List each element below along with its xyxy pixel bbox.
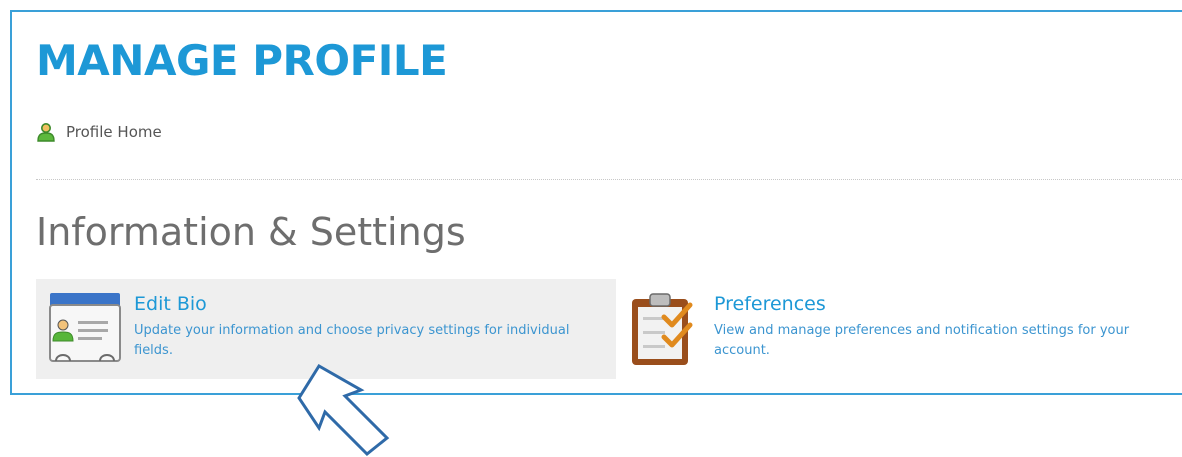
breadcrumb-label: Profile Home — [66, 123, 162, 141]
breadcrumb-profile-home[interactable]: Profile Home — [36, 122, 162, 142]
id-card-icon — [49, 293, 121, 362]
preferences-card[interactable]: Preferences View and manage preferences … — [624, 279, 1182, 379]
edit-bio-link[interactable]: Edit Bio — [134, 293, 574, 315]
page-title: MANAGE PROFILE — [36, 36, 448, 85]
person-icon — [37, 123, 55, 142]
divider — [36, 179, 1182, 180]
preferences-description: View and manage preferences and notifica… — [714, 323, 1130, 358]
clipboard-checklist-icon — [632, 293, 693, 365]
section-title: Information & Settings — [36, 210, 466, 254]
arrow-pointer-icon — [297, 363, 390, 457]
manage-profile-panel: MANAGE PROFILE Profile Home Information … — [10, 10, 1182, 395]
preferences-link[interactable]: Preferences — [714, 293, 1154, 315]
